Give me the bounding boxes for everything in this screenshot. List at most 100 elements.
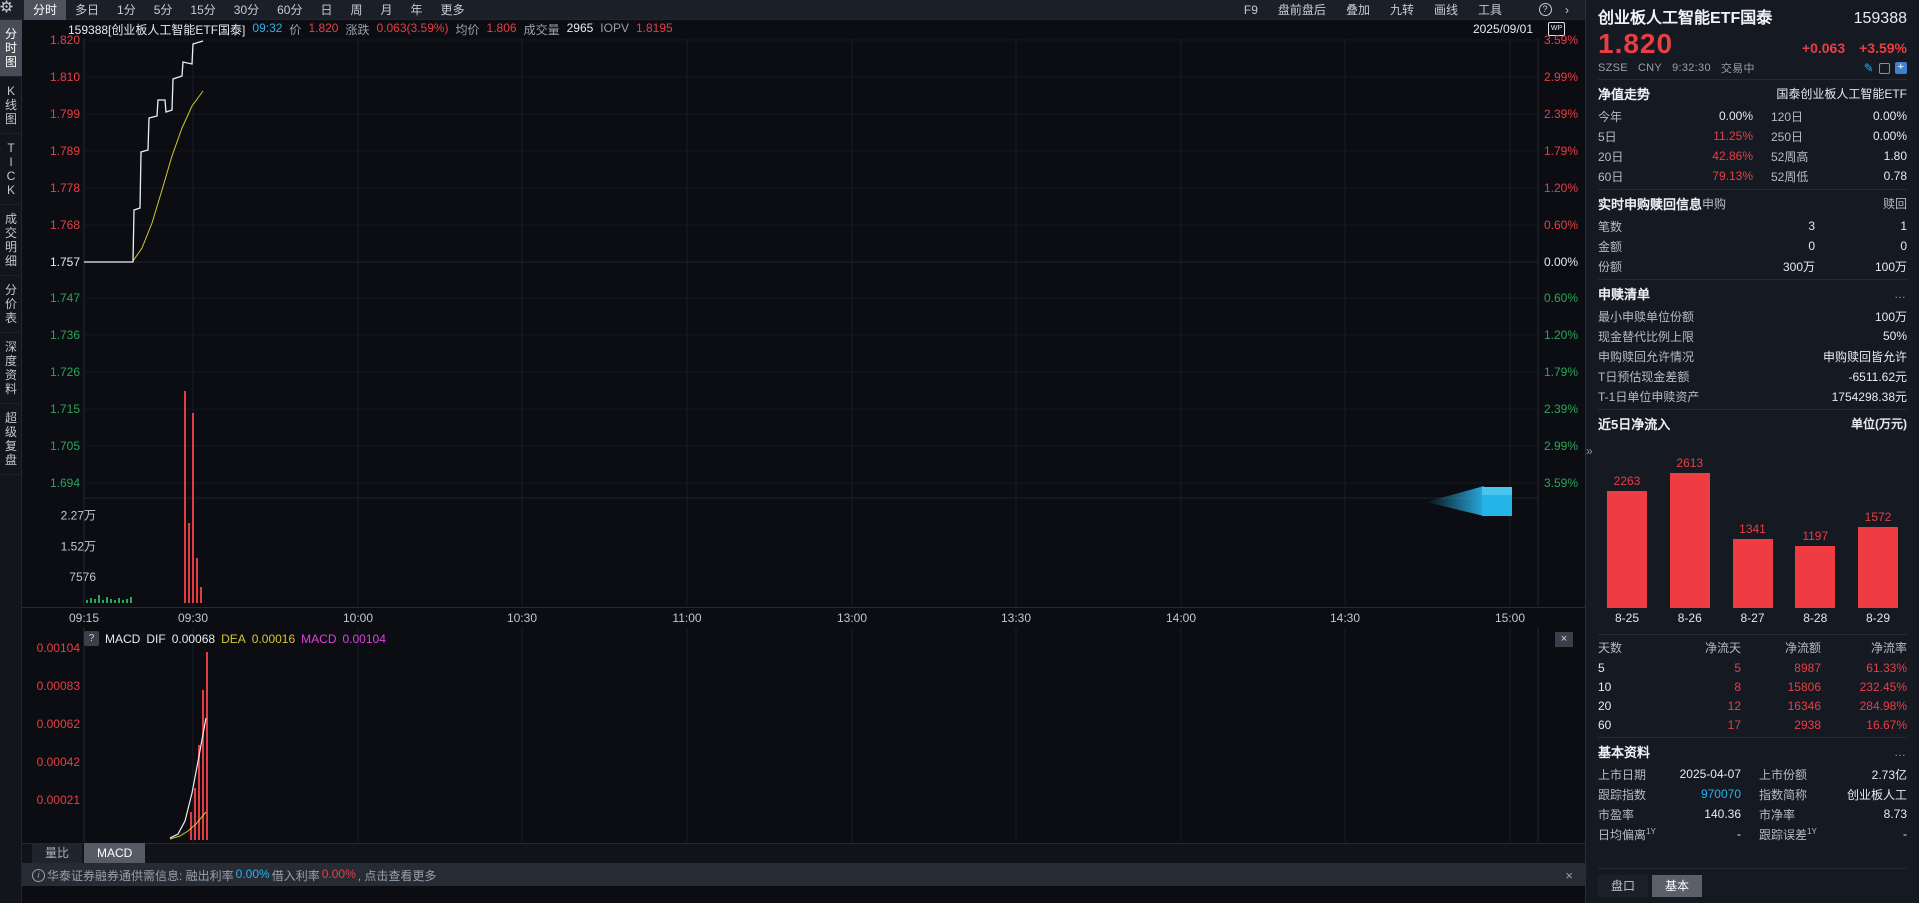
more-button[interactable]: … (1894, 745, 1907, 759)
macd-help-icon[interactable]: ? (84, 631, 99, 646)
overlay-icon[interactable] (1879, 62, 1890, 74)
col-redeem: 赎回 (1882, 197, 1907, 211)
notice-text: 华泰证券融券通供需信息: 融出利率 0.00% 借入利率 0.00%, 点击查看… (47, 867, 438, 884)
flow-table-row: 5 5 8987 61.33% (1598, 660, 1907, 675)
bar-date-label: 8-28 (1803, 611, 1828, 625)
bar-value-label: 2613 (1676, 456, 1704, 470)
net-inflow-bar-chart: » 2263 2613 1341 1197 1572 (1586, 438, 1907, 608)
more-button[interactable]: … (1894, 287, 1907, 301)
menu-item-F9[interactable]: F9 (1235, 0, 1267, 20)
bar-value-label: 1572 (1864, 510, 1892, 524)
macd-axis-label: 0.00021 (36, 793, 80, 807)
menu-item-5分[interactable]: 5分 (145, 0, 182, 20)
bar-group: 1197 (1786, 529, 1844, 608)
help-icon[interactable]: ? (1535, 0, 1555, 20)
menu-item-更多[interactable]: 更多 (432, 0, 474, 20)
edit-icon[interactable]: ✎ (1864, 61, 1874, 75)
basic-info-row: 上市日期 2025-04-07 上市份额 2.73亿 (1598, 767, 1907, 782)
dif-value: 0.00068 (171, 631, 216, 646)
fund-full-name: 国泰创业板人工智能ETF (1776, 87, 1907, 101)
add-icon[interactable]: + (1895, 62, 1907, 74)
sidebar-item-分价表[interactable]: 分 价 表 (0, 276, 22, 333)
menu-item-工具[interactable]: 工具 (1469, 0, 1511, 20)
panel-tab-基本[interactable]: 基本 (1652, 875, 1703, 897)
menu-item-日[interactable]: 日 (311, 0, 341, 20)
menu-item-30分[interactable]: 30分 (225, 0, 268, 20)
time-axis-label: 11:00 (672, 611, 702, 625)
menu-item-周[interactable]: 周 (342, 0, 372, 20)
sidebar-item-深度资料[interactable]: 深 度 资 料 (0, 333, 22, 404)
redeem-row: 申购赎回允许情况 申购赎回皆允许 (1598, 349, 1907, 364)
price-axis-label: 1.757 (49, 255, 80, 269)
quote-info-part: 1.806 (486, 20, 517, 35)
inflow-bar (1607, 491, 1647, 608)
broker-notice-bar[interactable]: i 华泰证券融券通供需信息: 融出利率 0.00% 借入利率 0.00%, 点击… (22, 864, 1585, 886)
price-axis-label: 1.705 (49, 439, 80, 453)
macd-title: MACD (105, 631, 141, 646)
nav-trend-row: 20日 42.86% 52周高 1.80 (1598, 149, 1907, 164)
close-icon[interactable]: × (1555, 632, 1573, 647)
flow-table-header: 净流天 (1704, 640, 1741, 655)
sidebar-item-分时图[interactable]: 分 时 图 (0, 20, 22, 77)
quote-info-part: 1.8195 (635, 20, 673, 35)
indicator-tab-量比[interactable]: 量比 (32, 843, 83, 863)
sidebar-item-超级复盘[interactable]: 超 级 复 盘 (0, 404, 22, 475)
time-axis-label: 13:00 (836, 611, 868, 625)
macd-pane[interactable]: ? MACD DIF 0.00068 DEA 0.00016 MACD 0.00… (22, 628, 1585, 844)
price-axis-label: 1.726 (49, 365, 80, 379)
notice-part: 0.00% (321, 866, 356, 881)
redeem-row: 最小申赎单位份额 100万 (1598, 309, 1907, 324)
menu-item-分时[interactable]: 分时 (24, 0, 67, 20)
menu-item-1分[interactable]: 1分 (108, 0, 145, 20)
basic-info-row: 日均偏离1Y - 跟踪误差1Y - (1598, 826, 1907, 842)
menu-item-盘前盘后[interactable]: 盘前盘后 (1269, 0, 1335, 20)
flow-table-row: 20 12 16346 284.98% (1598, 698, 1907, 713)
sidebar-item-成交明细[interactable]: 成 交 明 细 (0, 205, 22, 276)
macd-axis-label: 0.00104 (36, 641, 80, 655)
flow-table-header: 净流额 (1784, 640, 1821, 655)
time-axis-label: 10:00 (342, 611, 374, 625)
time-axis-label: 10:30 (506, 611, 538, 625)
section-title: 近5日净流入 (1598, 417, 1671, 432)
chevron-right-icon[interactable]: › (1557, 0, 1577, 20)
index-code-link[interactable]: 970070 (1656, 787, 1741, 801)
menu-item-九转[interactable]: 九转 (1381, 0, 1423, 20)
dea-label: DEA (221, 631, 246, 646)
chart-tools-menu: F9 盘前盘后 叠加 九转 画线 工具? › (0, 0, 1585, 20)
sidebar-item-K线图[interactable]: K 线 图 (0, 77, 22, 134)
inflow-bar (1669, 473, 1710, 608)
price-axis-label: 1.747 (49, 291, 80, 305)
redeem-row: T日预估现金差额 -6511.62元 (1598, 369, 1907, 384)
close-icon[interactable]: × (1565, 868, 1573, 883)
menu-item-画线[interactable]: 画线 (1425, 0, 1467, 20)
sidebar-item-TICK[interactable]: T I C K (0, 134, 22, 205)
chevrons-icon[interactable]: » (1586, 444, 1593, 458)
menu-item-叠加[interactable]: 叠加 (1337, 0, 1379, 20)
notice-part: , 点击查看更多 (357, 868, 437, 883)
time-axis-label: 13:30 (1000, 611, 1032, 625)
quote-info-part: 1.820 (308, 20, 339, 35)
menu-item-60分[interactable]: 60分 (268, 0, 311, 20)
price-axis-label: 1.768 (49, 218, 80, 232)
intraday-chart[interactable]: 1.820 1.810 1.799 1.789 1.778 1.768 1.757 1.747… (22, 33, 1585, 608)
indicator-tab-MACD[interactable]: MACD (84, 843, 146, 863)
panel-tab-盘口[interactable]: 盘口 (1598, 875, 1649, 897)
menu-item-15分[interactable]: 15分 (181, 0, 224, 20)
quote-info-part: 价 (289, 22, 302, 37)
time-axis-label: 14:00 (1165, 611, 1197, 625)
realtime-row: 金额 0 0 (1598, 239, 1907, 254)
section-title: 实时申购赎回信息 (1598, 197, 1703, 212)
quote-info-bar: 159388[创业板人工智能ETF国泰] 09:32 价 1.820 涨跌 0.063(3… (22, 20, 1585, 38)
time-axis-label: 09:15 (68, 611, 100, 625)
price-axis-label: 1.736 (49, 328, 80, 342)
menu-item-多日[interactable]: 多日 (66, 0, 108, 20)
basic-info-row: 跟踪指数 970070 指数简称 创业板人工 (1598, 787, 1907, 802)
quote-info-part: 159388[创业板人工智能ETF国泰] (68, 22, 246, 37)
time-axis: 09:15 09:30 10:00 10:30 11:00 13:00 13:30 14:00… (22, 608, 1585, 628)
time-axis-label: 09:30 (177, 611, 209, 625)
menu-item-年[interactable]: 年 (402, 0, 432, 20)
bar-group: 2613 (1661, 456, 1719, 608)
gear-icon[interactable] (0, 0, 1533, 20)
inflow-bar (1795, 546, 1836, 608)
menu-item-月[interactable]: 月 (372, 0, 402, 20)
